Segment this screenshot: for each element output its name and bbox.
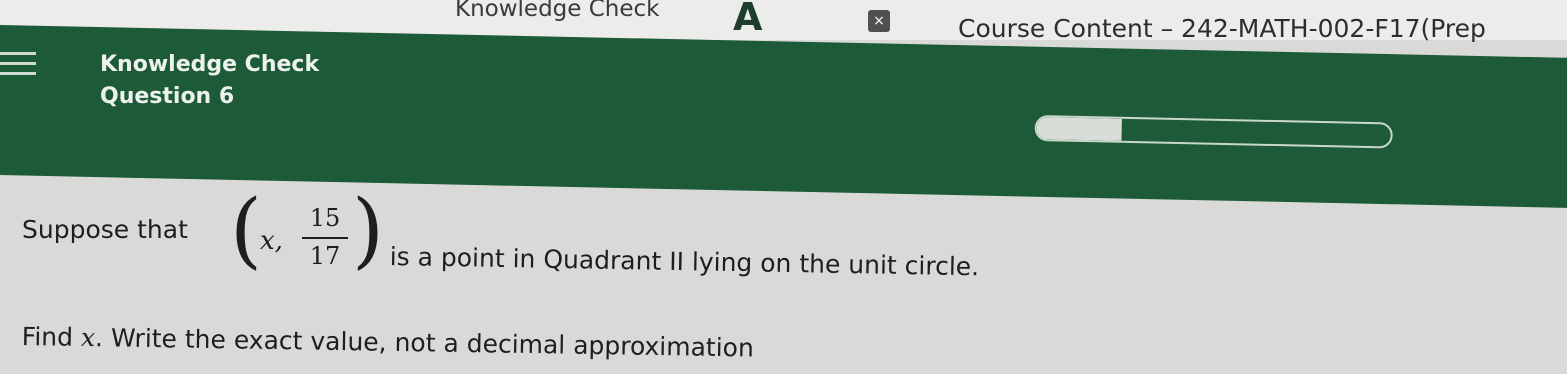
hamburger-menu-icon[interactable] xyxy=(0,52,40,76)
left-paren: ( xyxy=(230,183,262,278)
fraction-denominator: 17 xyxy=(309,242,341,270)
course-content-tab[interactable]: Course Content – 242-MATH-002-F17(Prep xyxy=(958,14,1486,43)
tab-close-button[interactable]: × xyxy=(868,10,890,32)
instruction-find: Find xyxy=(21,322,74,352)
point-y-fraction: 15 17 xyxy=(302,204,348,272)
instruction-variable: x xyxy=(80,322,96,353)
question-lead: Suppose that xyxy=(22,215,188,244)
page-title: Knowledge Check xyxy=(100,52,320,77)
fraction-numerator: 15 xyxy=(309,204,341,232)
instruction-text: Find x. Write the exact value, not a dec… xyxy=(22,322,754,362)
point-x-variable: x, xyxy=(260,226,283,256)
aleks-logo-icon: A xyxy=(733,0,763,39)
fraction-bar xyxy=(302,237,348,239)
point-expression: ( x, 15 17 ) xyxy=(230,190,390,291)
tab-title[interactable]: Knowledge Check xyxy=(455,0,660,22)
question-rest-text: is a point in Quadrant II lying on the u… xyxy=(389,242,980,282)
instruction-rest: . Write the exact value, not a decimal a… xyxy=(94,323,755,363)
progress-fill xyxy=(1036,117,1122,141)
right-paren: ) xyxy=(352,183,384,278)
question-lead-text: Suppose that xyxy=(22,215,188,244)
question-number: Question 6 xyxy=(100,84,235,109)
